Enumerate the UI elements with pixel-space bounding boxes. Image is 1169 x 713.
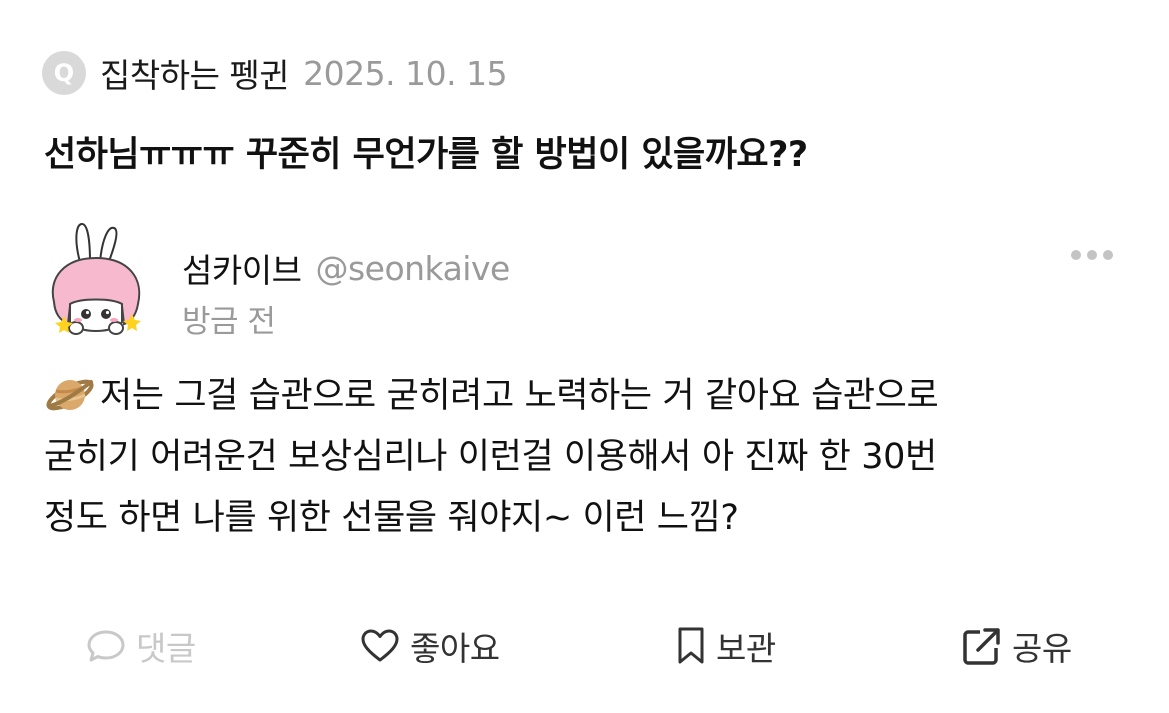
comment-button[interactable]: 댓글 — [86, 618, 196, 674]
share-button[interactable]: 공유 — [962, 618, 1072, 674]
answer-text-line-2: 굳히기 어려운건 보상심리나 이런걸 이용해서 아 진짜 한 30번 — [44, 437, 937, 477]
author-handle[interactable]: @seonkaive — [315, 249, 510, 288]
avatar-illustration-icon — [51, 222, 141, 335]
bookmark-icon — [678, 627, 704, 664]
author-avatar[interactable] — [40, 218, 152, 340]
author-row: 섬카이브 @seonkaive — [182, 244, 510, 292]
share-label: 공유 — [1012, 629, 1072, 668]
more-dot — [1103, 250, 1113, 260]
save-label: 보관 — [716, 629, 776, 668]
share-external-icon — [963, 628, 1000, 665]
comment-bubble-icon — [87, 630, 125, 662]
ringed-planet-icon — [46, 379, 94, 411]
question-date: 2025. 10. 15 — [303, 53, 508, 93]
question-badge-icon: Q — [42, 51, 86, 95]
answer-text-line-3: 정도 하면 나를 위한 선물을 줘야지~ 이런 느낌? — [44, 498, 739, 538]
save-button[interactable]: 보관 — [676, 618, 776, 674]
more-options-icon[interactable] — [1071, 244, 1113, 266]
action-bar: 댓글 좋아요 보관 공유 — [0, 618, 1169, 674]
heart-icon — [361, 629, 399, 662]
question-text: 선하님ㅠㅠㅠ 꾸준히 무언가를 할 방법이 있을까요?? — [44, 135, 808, 175]
post-time: 방금 전 — [182, 304, 276, 340]
like-label: 좋아요 — [410, 629, 500, 668]
more-dot — [1087, 250, 1097, 260]
more-dot — [1071, 250, 1081, 260]
answer-body: 저는 그걸 습관으로 굳히려고 노력하는 거 같아요 습관으로 굳히기 어려운건… — [44, 366, 1134, 549]
comment-label: 댓글 — [136, 629, 196, 668]
asker-name[interactable]: 집착하는 펭귄 — [100, 49, 290, 97]
answer-text-line-1: 저는 그걸 습관으로 굳히려고 노력하는 거 같아요 습관으로 — [100, 376, 939, 416]
question-meta: Q 집착하는 펭귄 2025. 10. 15 — [42, 48, 508, 98]
author-name[interactable]: 섬카이브 — [182, 244, 302, 292]
like-button[interactable]: 좋아요 — [360, 618, 500, 674]
answer-line: 저는 그걸 습관으로 굳히려고 노력하는 거 같아요 습관으로 — [44, 366, 1134, 427]
